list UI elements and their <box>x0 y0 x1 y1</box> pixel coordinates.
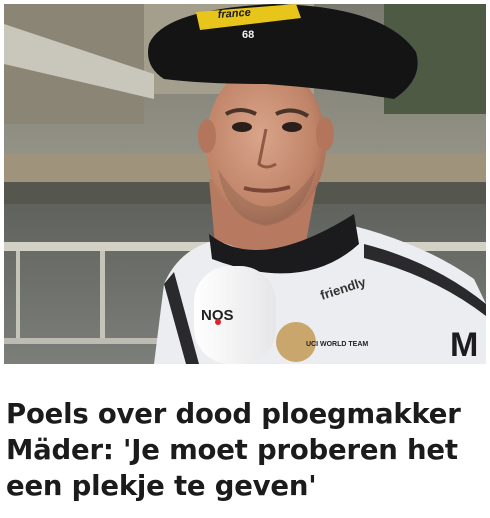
eye-right <box>282 122 302 132</box>
ear-left <box>198 119 216 153</box>
beret-number: 68 <box>242 29 254 41</box>
eye-left <box>232 122 252 132</box>
photo-illustration: friendly UCI WORLD TEAM M france 68 NOS <box>4 4 486 364</box>
news-article-card[interactable]: friendly UCI WORLD TEAM M france 68 NOS <box>0 0 490 518</box>
railing-post-1 <box>100 251 105 338</box>
face <box>206 64 326 224</box>
headline-line-1[interactable]: Poels over dood ploegmakker <box>6 396 484 432</box>
jersey-letter: M <box>450 326 478 364</box>
beret-patch-text: france <box>217 7 251 21</box>
headline-line-2[interactable]: Mäder: 'Je moet proberen het <box>6 432 484 468</box>
microphone-logo-dot <box>215 319 221 325</box>
jersey-team-text: UCI WORLD TEAM <box>306 341 368 348</box>
article-photo[interactable]: friendly UCI WORLD TEAM M france 68 NOS <box>4 4 486 364</box>
ear-right <box>316 117 334 151</box>
railing-post-2 <box>16 251 20 338</box>
headline-line-3[interactable]: een plekje te geven' <box>6 468 484 504</box>
article-headline[interactable]: Poels over dood ploegmakker Mäder: 'Je m… <box>6 396 484 504</box>
